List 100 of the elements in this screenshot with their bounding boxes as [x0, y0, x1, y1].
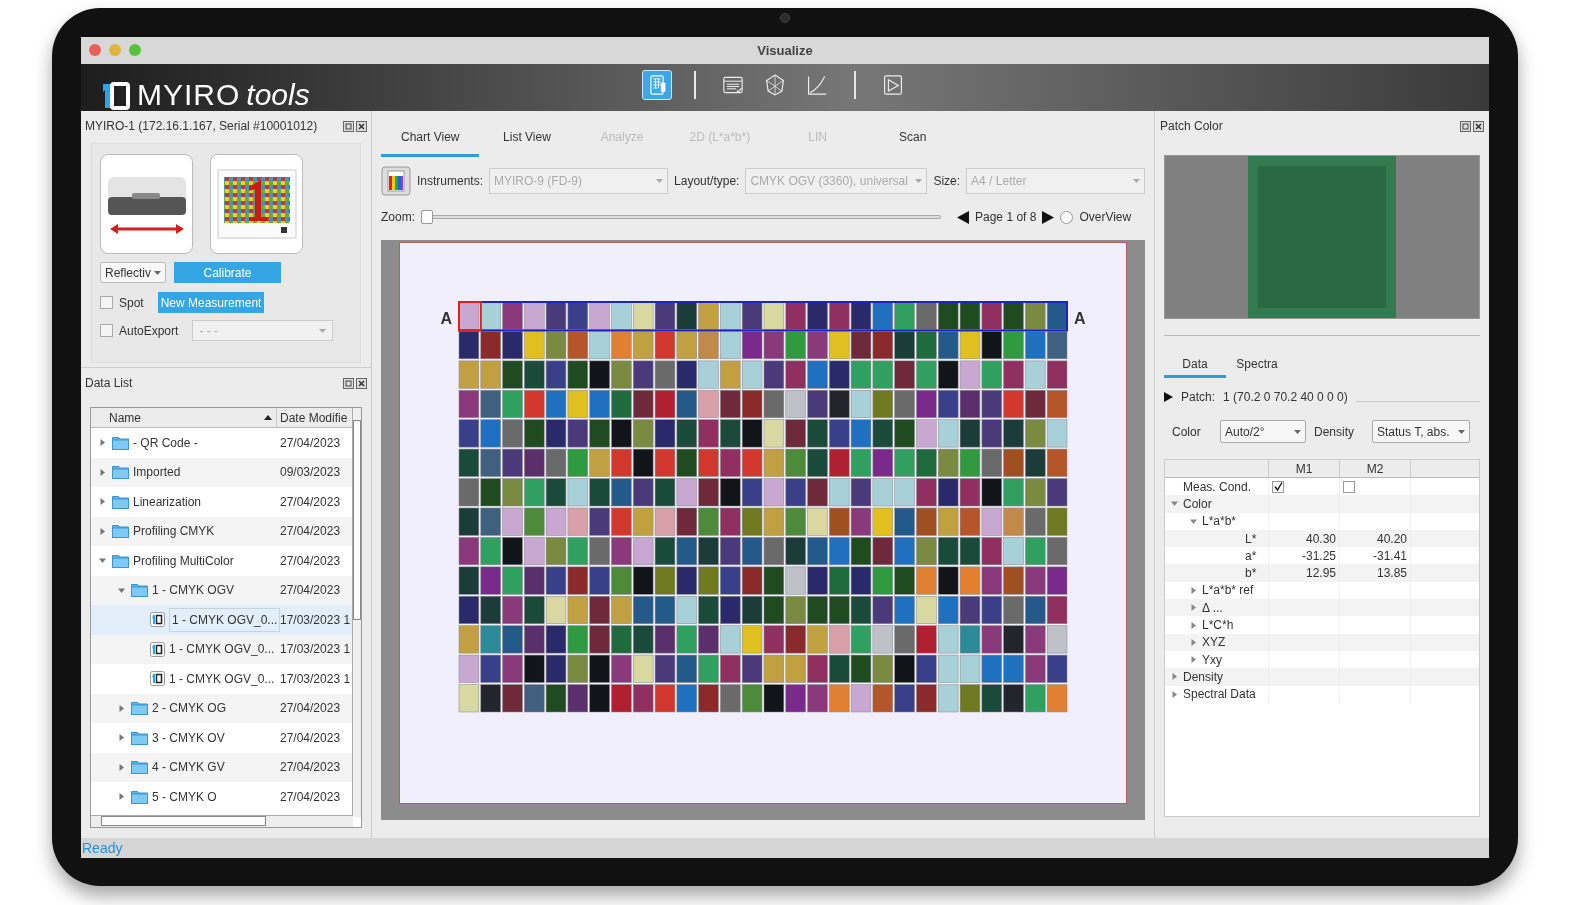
mode-dropdown[interactable]: Reflectiv [100, 262, 166, 283]
row-label: L*a*b* ref [1202, 582, 1254, 600]
caret-icon [915, 179, 923, 183]
collapse-arrow-icon[interactable] [1170, 500, 1178, 508]
undock-icon[interactable] [1460, 120, 1471, 132]
row-label: A [1074, 309, 1086, 329]
vertical-scrollbar[interactable] [352, 408, 361, 817]
condition-checkbox[interactable] [1272, 480, 1284, 493]
close-icon[interactable] [1473, 120, 1484, 132]
slider-thumb[interactable] [421, 210, 433, 224]
item-name: 1 - CMYK OGV_0... [169, 607, 281, 632]
tree-row[interactable]: 2 - CMYK OG 27/04/2023 [91, 693, 353, 723]
field-label: Size: [933, 173, 961, 190]
panel-title: Patch Color [1160, 118, 1223, 135]
item-name: 1 - CMYK OGV_0... [169, 641, 275, 659]
column-header[interactable]: Date Modifie [277, 408, 348, 427]
condition-checkbox[interactable] [1343, 480, 1355, 493]
view-tab[interactable]: List View [479, 120, 575, 157]
tree-row[interactable]: 4 - CMYK GV 27/04/2023 [91, 752, 353, 782]
undock-icon[interactable] [343, 120, 354, 132]
logo-icon [101, 79, 131, 110]
date-cell-text: 27/04/2023 [279, 582, 341, 600]
brand-name: MYIRO [137, 77, 241, 113]
color-label: Color [1172, 423, 1202, 441]
previous-icon[interactable] [957, 210, 969, 224]
tree-row[interactable]: Imported 09/03/2023 [91, 457, 353, 487]
date-cell-text: 27/04/2023 [279, 729, 341, 747]
horizontal-scrollbar[interactable] [91, 815, 353, 827]
date-cell-text: 17/03/2023 1 [279, 641, 351, 659]
collapse-arrow-icon[interactable] [98, 557, 106, 565]
date-cell-text: 27/04/2023 [279, 523, 341, 541]
row-label: Meas. Cond. [1183, 478, 1252, 496]
date-cell-text: 27/04/2023 [279, 434, 341, 452]
sort-up-icon [264, 415, 272, 420]
column-header[interactable]: Name [91, 408, 277, 427]
tree-row[interactable]: Profiling CMYK 27/04/2023 [91, 516, 353, 546]
view-tab[interactable]: Chart View [381, 120, 480, 157]
zoom-slider[interactable] [421, 210, 941, 224]
row-label: A [440, 309, 452, 329]
value-cell-text: 13.85 [1376, 565, 1407, 583]
item-name: Linearization [133, 493, 202, 511]
item-name: 2 - CMYK OG [152, 700, 226, 718]
folder-icon [112, 524, 129, 539]
density-dropdown[interactable]: Status T, abs. [1372, 420, 1470, 443]
caret-icon [154, 270, 161, 275]
window-title: Visualize [757, 41, 813, 60]
measurement-file-icon [150, 641, 165, 657]
caret-icon [1133, 179, 1140, 183]
folder-icon [131, 730, 148, 745]
overview-label: OverView [1079, 209, 1132, 226]
spot-label: Spot [119, 294, 144, 312]
chart-grid-icon[interactable] [642, 70, 672, 100]
autoexport-label: AutoExport [119, 322, 179, 340]
data-tab[interactable]: Spectra [1226, 352, 1288, 378]
density-label: Density [1314, 423, 1354, 441]
panel-title: MYIRO-1 (172.16.1.167, Serial #10001012) [85, 118, 318, 135]
date-cell-text: 17/03/2023 1 [279, 611, 351, 629]
status-text: Ready [81, 838, 123, 858]
collapse-arrow-icon[interactable] [1189, 517, 1197, 525]
folder-icon [131, 789, 148, 804]
scroll-thumb[interactable] [353, 420, 361, 620]
row-label: L*a*b* [1202, 513, 1237, 531]
folder-icon [112, 465, 129, 480]
expand-arrow-icon[interactable] [1164, 392, 1173, 402]
item-name: - QR Code - [133, 434, 198, 452]
spot-checkbox[interactable] [100, 296, 113, 309]
row-label: L*C*h [1202, 617, 1234, 635]
data-tab[interactable]: Data [1164, 352, 1226, 378]
field-label: Layout/type: [674, 173, 740, 190]
caret-icon [319, 328, 327, 333]
folder-icon [112, 494, 129, 509]
overview-radio[interactable] [1060, 210, 1074, 224]
brand-suffix: tools [246, 77, 310, 113]
item-name: 4 - CMYK GV [152, 759, 225, 777]
value-cell-text: 40.30 [1305, 530, 1336, 548]
folder-icon [131, 760, 148, 775]
page-indicator: Page 1 of 8 [975, 209, 1037, 226]
date-cell-text: 09/03/2023 [279, 464, 341, 482]
close-icon[interactable] [356, 120, 367, 132]
caret-icon [656, 179, 664, 183]
next-icon[interactable] [1042, 210, 1055, 224]
chart-icon[interactable] [381, 166, 411, 196]
collapse-arrow-icon[interactable] [117, 586, 125, 594]
autoexport-checkbox[interactable] [100, 324, 113, 337]
tree-row[interactable]: 1 - CMYK OGV_0... 17/03/2023 1 [91, 605, 353, 635]
undock-icon[interactable] [343, 377, 354, 389]
value-cell-text: -31.41 [1372, 547, 1407, 565]
patch-label: Patch: [1181, 389, 1216, 406]
date-cell-text: 17/03/2023 1 [279, 670, 351, 688]
value-cell-text: 12.95 [1305, 565, 1336, 583]
item-name: Imported [133, 464, 181, 482]
scroll-thumb[interactable] [101, 816, 266, 826]
zoom-label: Zoom: [381, 209, 415, 226]
color-dropdown[interactable]: Auto/2° [1220, 420, 1306, 443]
date-cell-text: 27/04/2023 [279, 759, 341, 777]
value-cell-text: 40.20 [1376, 530, 1407, 548]
close-icon[interactable] [356, 377, 367, 389]
tree-row[interactable]: 1 - CMYK OGV_0... 17/03/2023 1 [91, 634, 353, 664]
view-tab[interactable]: Scan [865, 120, 961, 157]
tree-row[interactable]: 1 - CMYK OGV 27/04/2023 [91, 575, 353, 605]
